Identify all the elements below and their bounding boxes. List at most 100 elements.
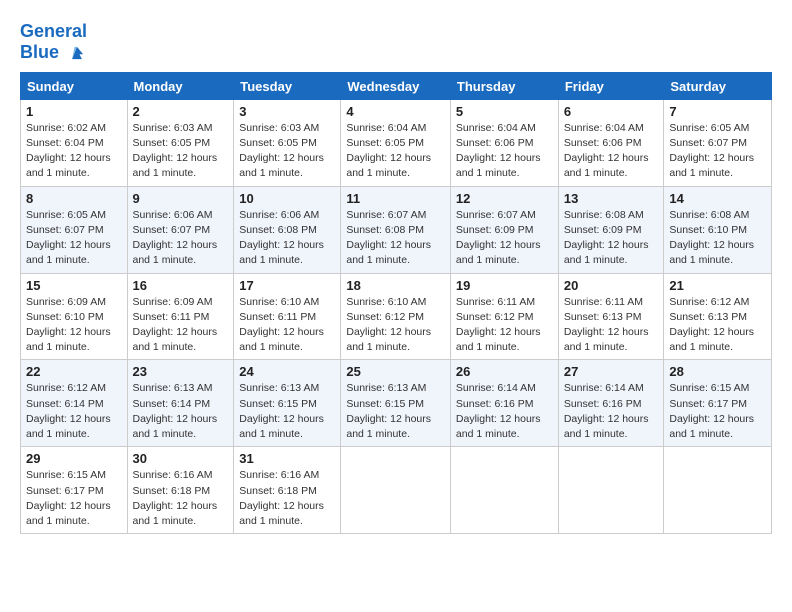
day-detail: Sunrise: 6:10 AMSunset: 6:12 PMDaylight:… — [346, 296, 431, 354]
calendar-cell: 23 Sunrise: 6:13 AMSunset: 6:14 PMDaylig… — [127, 360, 234, 447]
calendar-cell: 13 Sunrise: 6:08 AMSunset: 6:09 PMDaylig… — [558, 186, 664, 273]
calendar-cell — [664, 447, 772, 534]
day-detail: Sunrise: 6:16 AMSunset: 6:18 PMDaylight:… — [133, 469, 218, 527]
day-header-friday: Friday — [558, 72, 664, 99]
day-number: 26 — [456, 364, 553, 379]
calendar-cell — [450, 447, 558, 534]
logo-line2: Blue — [20, 42, 88, 64]
calendar-cell: 25 Sunrise: 6:13 AMSunset: 6:15 PMDaylig… — [341, 360, 451, 447]
day-number: 22 — [26, 364, 122, 379]
day-detail: Sunrise: 6:06 AMSunset: 6:08 PMDaylight:… — [239, 209, 324, 267]
calendar-cell: 11 Sunrise: 6:07 AMSunset: 6:08 PMDaylig… — [341, 186, 451, 273]
day-detail: Sunrise: 6:03 AMSunset: 6:05 PMDaylight:… — [133, 122, 218, 180]
day-detail: Sunrise: 6:13 AMSunset: 6:15 PMDaylight:… — [239, 382, 324, 440]
calendar-cell: 5 Sunrise: 6:04 AMSunset: 6:06 PMDayligh… — [450, 99, 558, 186]
calendar-cell: 27 Sunrise: 6:14 AMSunset: 6:16 PMDaylig… — [558, 360, 664, 447]
day-detail: Sunrise: 6:14 AMSunset: 6:16 PMDaylight:… — [564, 382, 649, 440]
calendar-cell: 18 Sunrise: 6:10 AMSunset: 6:12 PMDaylig… — [341, 273, 451, 360]
calendar-cell: 6 Sunrise: 6:04 AMSunset: 6:06 PMDayligh… — [558, 99, 664, 186]
calendar-week-row: 8 Sunrise: 6:05 AMSunset: 6:07 PMDayligh… — [21, 186, 772, 273]
calendar-cell: 1 Sunrise: 6:02 AMSunset: 6:04 PMDayligh… — [21, 99, 128, 186]
day-number: 6 — [564, 104, 659, 119]
calendar-cell: 29 Sunrise: 6:15 AMSunset: 6:17 PMDaylig… — [21, 447, 128, 534]
day-number: 9 — [133, 191, 229, 206]
day-detail: Sunrise: 6:06 AMSunset: 6:07 PMDaylight:… — [133, 209, 218, 267]
calendar-header-row: SundayMondayTuesdayWednesdayThursdayFrid… — [21, 72, 772, 99]
day-number: 18 — [346, 278, 445, 293]
day-detail: Sunrise: 6:08 AMSunset: 6:10 PMDaylight:… — [669, 209, 754, 267]
day-number: 28 — [669, 364, 766, 379]
day-header-thursday: Thursday — [450, 72, 558, 99]
calendar-cell: 26 Sunrise: 6:14 AMSunset: 6:16 PMDaylig… — [450, 360, 558, 447]
header: General Blue — [20, 18, 772, 64]
calendar-cell: 15 Sunrise: 6:09 AMSunset: 6:10 PMDaylig… — [21, 273, 128, 360]
day-detail: Sunrise: 6:16 AMSunset: 6:18 PMDaylight:… — [239, 469, 324, 527]
day-number: 24 — [239, 364, 335, 379]
day-detail: Sunrise: 6:04 AMSunset: 6:05 PMDaylight:… — [346, 122, 431, 180]
calendar-cell: 16 Sunrise: 6:09 AMSunset: 6:11 PMDaylig… — [127, 273, 234, 360]
day-detail: Sunrise: 6:10 AMSunset: 6:11 PMDaylight:… — [239, 296, 324, 354]
day-number: 5 — [456, 104, 553, 119]
calendar-cell — [558, 447, 664, 534]
day-detail: Sunrise: 6:13 AMSunset: 6:14 PMDaylight:… — [133, 382, 218, 440]
day-number: 1 — [26, 104, 122, 119]
day-number: 21 — [669, 278, 766, 293]
day-detail: Sunrise: 6:14 AMSunset: 6:16 PMDaylight:… — [456, 382, 541, 440]
logo-icon — [66, 42, 88, 64]
day-number: 14 — [669, 191, 766, 206]
calendar-cell: 2 Sunrise: 6:03 AMSunset: 6:05 PMDayligh… — [127, 99, 234, 186]
day-header-saturday: Saturday — [664, 72, 772, 99]
day-detail: Sunrise: 6:07 AMSunset: 6:08 PMDaylight:… — [346, 209, 431, 267]
calendar-cell: 3 Sunrise: 6:03 AMSunset: 6:05 PMDayligh… — [234, 99, 341, 186]
calendar-cell: 9 Sunrise: 6:06 AMSunset: 6:07 PMDayligh… — [127, 186, 234, 273]
day-header-monday: Monday — [127, 72, 234, 99]
calendar-cell: 10 Sunrise: 6:06 AMSunset: 6:08 PMDaylig… — [234, 186, 341, 273]
day-number: 29 — [26, 451, 122, 466]
calendar-week-row: 22 Sunrise: 6:12 AMSunset: 6:14 PMDaylig… — [21, 360, 772, 447]
day-number: 12 — [456, 191, 553, 206]
calendar-cell: 14 Sunrise: 6:08 AMSunset: 6:10 PMDaylig… — [664, 186, 772, 273]
day-number: 13 — [564, 191, 659, 206]
day-number: 11 — [346, 191, 445, 206]
day-detail: Sunrise: 6:07 AMSunset: 6:09 PMDaylight:… — [456, 209, 541, 267]
day-detail: Sunrise: 6:13 AMSunset: 6:15 PMDaylight:… — [346, 382, 431, 440]
day-number: 3 — [239, 104, 335, 119]
day-number: 17 — [239, 278, 335, 293]
day-detail: Sunrise: 6:03 AMSunset: 6:05 PMDaylight:… — [239, 122, 324, 180]
day-detail: Sunrise: 6:09 AMSunset: 6:10 PMDaylight:… — [26, 296, 111, 354]
day-header-wednesday: Wednesday — [341, 72, 451, 99]
calendar-week-row: 29 Sunrise: 6:15 AMSunset: 6:17 PMDaylig… — [21, 447, 772, 534]
day-number: 20 — [564, 278, 659, 293]
calendar-cell — [341, 447, 451, 534]
day-number: 4 — [346, 104, 445, 119]
day-detail: Sunrise: 6:04 AMSunset: 6:06 PMDaylight:… — [564, 122, 649, 180]
day-detail: Sunrise: 6:09 AMSunset: 6:11 PMDaylight:… — [133, 296, 218, 354]
day-header-tuesday: Tuesday — [234, 72, 341, 99]
day-number: 8 — [26, 191, 122, 206]
day-detail: Sunrise: 6:15 AMSunset: 6:17 PMDaylight:… — [26, 469, 111, 527]
day-number: 23 — [133, 364, 229, 379]
day-number: 31 — [239, 451, 335, 466]
calendar-cell: 19 Sunrise: 6:11 AMSunset: 6:12 PMDaylig… — [450, 273, 558, 360]
day-detail: Sunrise: 6:12 AMSunset: 6:13 PMDaylight:… — [669, 296, 754, 354]
calendar-week-row: 15 Sunrise: 6:09 AMSunset: 6:10 PMDaylig… — [21, 273, 772, 360]
calendar-cell: 20 Sunrise: 6:11 AMSunset: 6:13 PMDaylig… — [558, 273, 664, 360]
day-number: 30 — [133, 451, 229, 466]
day-number: 25 — [346, 364, 445, 379]
calendar-cell: 21 Sunrise: 6:12 AMSunset: 6:13 PMDaylig… — [664, 273, 772, 360]
day-header-sunday: Sunday — [21, 72, 128, 99]
calendar-cell: 22 Sunrise: 6:12 AMSunset: 6:14 PMDaylig… — [21, 360, 128, 447]
calendar-cell: 28 Sunrise: 6:15 AMSunset: 6:17 PMDaylig… — [664, 360, 772, 447]
day-detail: Sunrise: 6:04 AMSunset: 6:06 PMDaylight:… — [456, 122, 541, 180]
calendar-table: SundayMondayTuesdayWednesdayThursdayFrid… — [20, 72, 772, 534]
day-detail: Sunrise: 6:12 AMSunset: 6:14 PMDaylight:… — [26, 382, 111, 440]
day-number: 10 — [239, 191, 335, 206]
day-detail: Sunrise: 6:02 AMSunset: 6:04 PMDaylight:… — [26, 122, 111, 180]
calendar-cell: 31 Sunrise: 6:16 AMSunset: 6:18 PMDaylig… — [234, 447, 341, 534]
day-number: 19 — [456, 278, 553, 293]
day-number: 27 — [564, 364, 659, 379]
calendar-cell: 4 Sunrise: 6:04 AMSunset: 6:05 PMDayligh… — [341, 99, 451, 186]
day-number: 15 — [26, 278, 122, 293]
calendar-cell: 8 Sunrise: 6:05 AMSunset: 6:07 PMDayligh… — [21, 186, 128, 273]
day-detail: Sunrise: 6:08 AMSunset: 6:09 PMDaylight:… — [564, 209, 649, 267]
